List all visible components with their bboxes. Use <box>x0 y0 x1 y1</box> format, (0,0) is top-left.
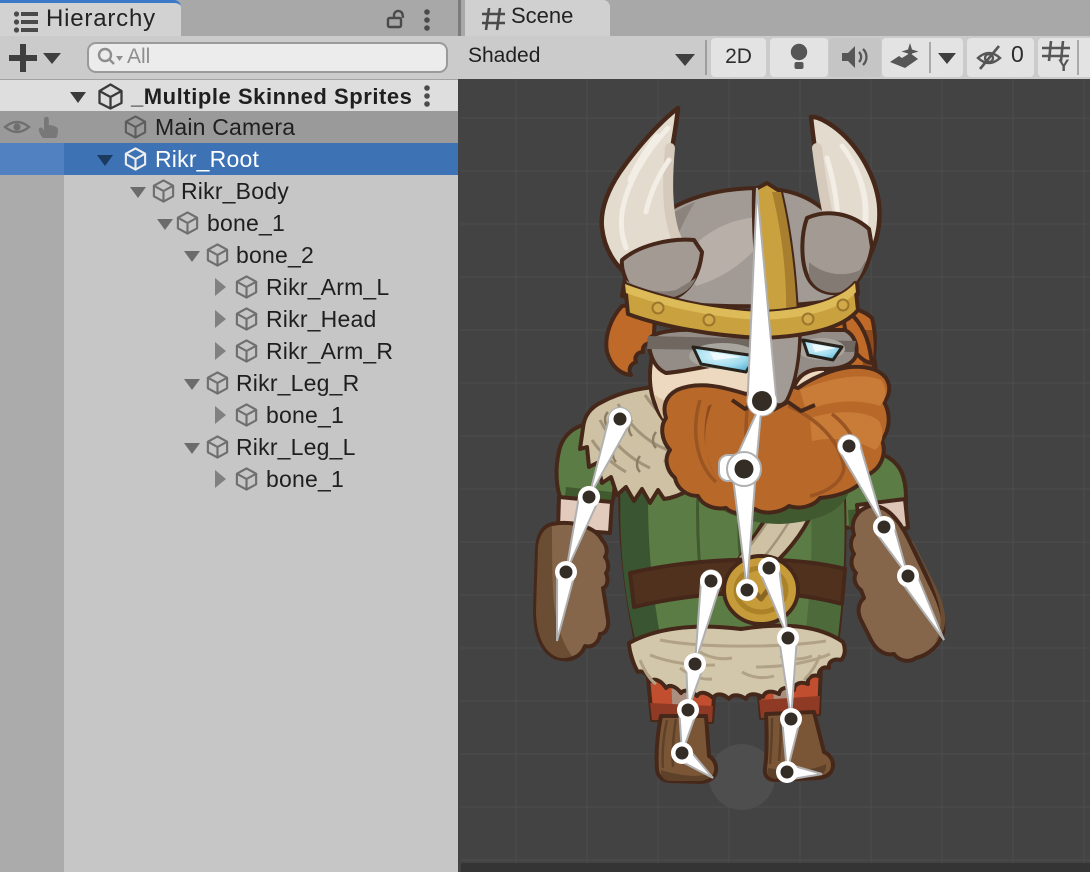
svg-text:Y: Y <box>1058 56 1070 73</box>
